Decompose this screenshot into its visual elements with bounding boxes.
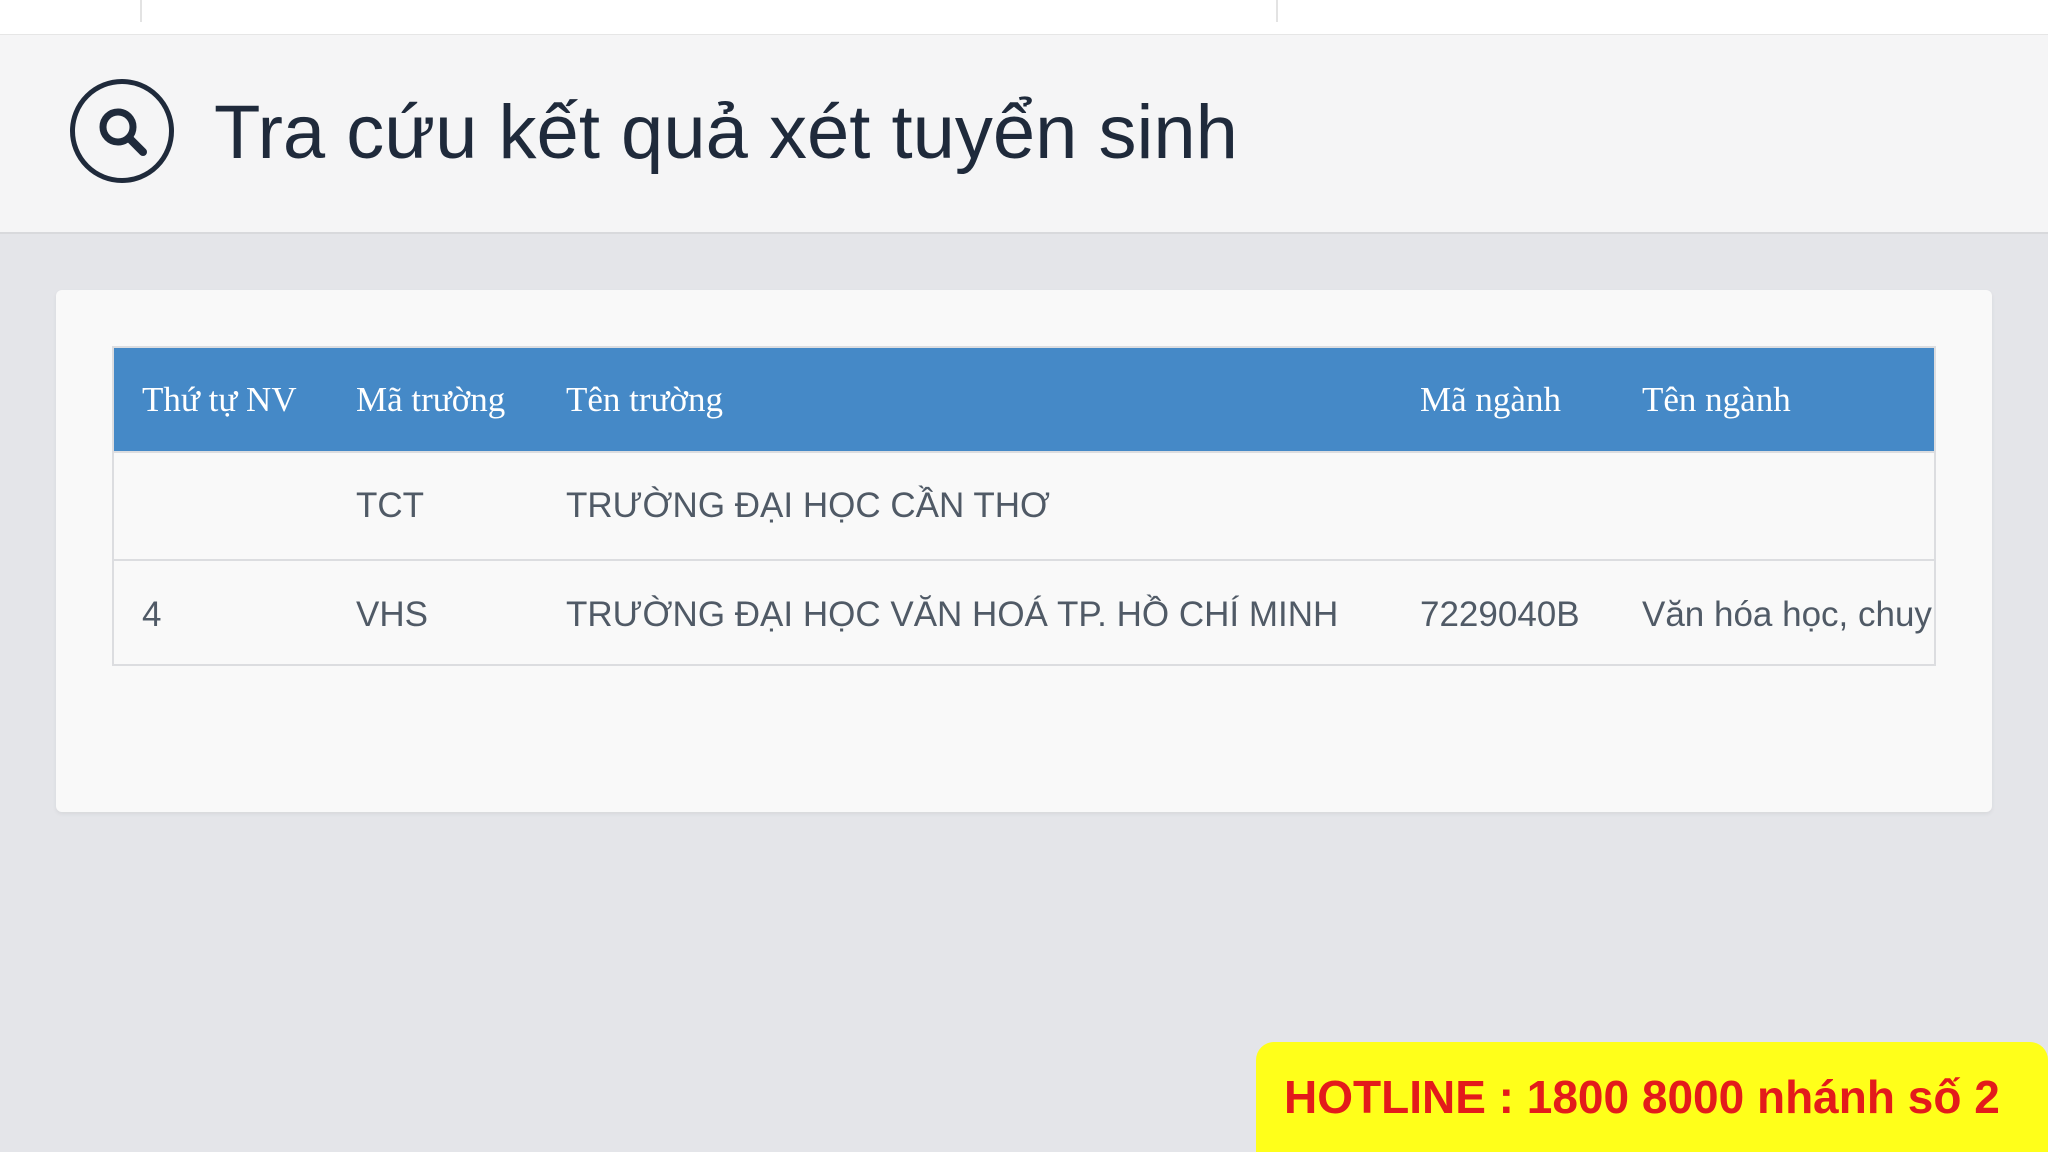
results-table-container[interactable]: Thứ tự NV Mã trường Tên trường Mã ngành …: [112, 346, 1936, 666]
cell-school-name: TRƯỜNG ĐẠI HỌC VĂN HOÁ TP. HỒ CHÍ MINH: [566, 594, 1339, 634]
table-row: TCT TRƯỜNG ĐẠI HỌC CẦN THƠ: [114, 452, 1934, 560]
cell-major-name: Văn hóa học, chuy: [1642, 594, 1932, 634]
column-header-school-name: Tên trường: [566, 379, 724, 419]
search-icon: [70, 79, 174, 183]
top-bar-divider: [1276, 0, 1278, 22]
column-header-order: Thứ tự NV: [142, 379, 297, 419]
column-header-major-name: Tên ngành: [1642, 379, 1791, 419]
column-header-major-code: Mã ngành: [1420, 379, 1561, 419]
page-header: Tra cứu kết quả xét tuyển sinh: [0, 35, 2048, 234]
cell-major-code: [1392, 452, 1614, 560]
hotline-banner[interactable]: HOTLINE : 1800 8000 nhánh số 2: [1256, 1042, 2048, 1152]
top-bar: [0, 0, 2048, 35]
cell-school-code: TCT: [356, 486, 425, 525]
hotline-text: HOTLINE : 1800 8000 nhánh số 2: [1284, 1071, 2000, 1123]
top-bar-divider: [140, 0, 142, 22]
results-panel: Thứ tự NV Mã trường Tên trường Mã ngành …: [56, 290, 1992, 812]
cell-order: [114, 452, 328, 560]
table-header-row: Thứ tự NV Mã trường Tên trường Mã ngành …: [114, 348, 1934, 452]
column-header-school-code: Mã trường: [356, 379, 506, 419]
results-table: Thứ tự NV Mã trường Tên trường Mã ngành …: [114, 348, 1934, 664]
cell-school-code: VHS: [356, 594, 428, 634]
cell-major-name: [1614, 452, 1934, 560]
cell-major-code: 7229040B: [1420, 594, 1580, 634]
cell-school-name: TRƯỜNG ĐẠI HỌC CẦN THƠ: [566, 486, 1051, 525]
table-row: 4 VHS TRƯỜNG ĐẠI HỌC VĂN HOÁ TP. HỒ CHÍ …: [114, 560, 1934, 664]
cell-order: 4: [142, 594, 162, 634]
page-title: Tra cứu kết quả xét tuyển sinh: [214, 90, 1238, 175]
